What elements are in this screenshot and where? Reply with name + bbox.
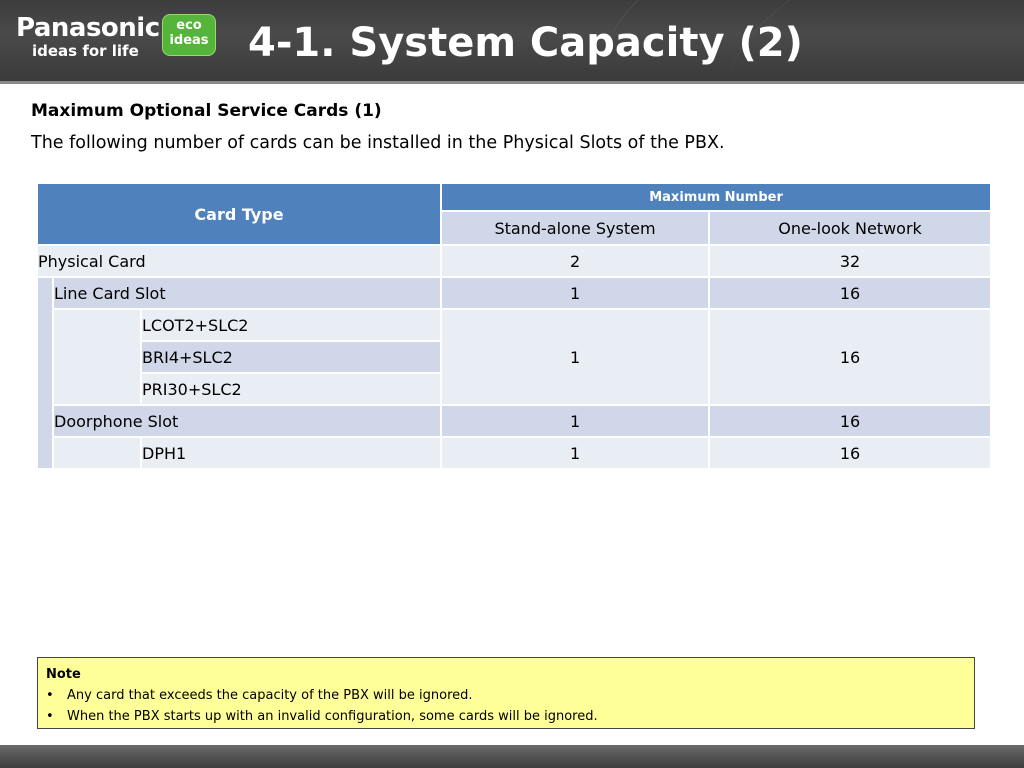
header-maximum-number: Maximum Number <box>440 182 993 212</box>
cell-standalone: 1 <box>440 404 711 438</box>
cell-standalone: 1 <box>440 308 711 406</box>
table-row: DPH1 1 16 <box>37 436 993 470</box>
cell-standalone: 1 <box>440 436 711 470</box>
header-divider <box>0 81 1024 84</box>
title-bar: Panasonic ideas for life eco ideas 4-1. … <box>0 0 1024 84</box>
cell-standalone: 2 <box>440 244 711 278</box>
eco-logo-line2: ideas <box>169 33 209 48</box>
section-description: The following number of cards can be ins… <box>31 133 725 153</box>
footer-bar <box>0 745 1024 768</box>
table-row: Doorphone Slot 1 16 <box>37 404 993 438</box>
row-label-pri30-slc2: PRI30+SLC2 <box>139 372 443 406</box>
table-row: Physical Card 2 32 <box>35 244 993 278</box>
row-label-lcot2-slc2: LCOT2+SLC2 <box>139 308 443 342</box>
indent-cell <box>52 436 142 470</box>
header-card-type: Card Type <box>35 182 443 246</box>
table-row: LCOT2+SLC2 1 16 <box>37 308 993 406</box>
row-label-line-card-slot: Line Card Slot <box>51 276 443 310</box>
cell-standalone: 1 <box>440 276 711 310</box>
panasonic-logo: Panasonic ideas for life <box>16 14 160 59</box>
cell-onelook: 32 <box>708 244 993 278</box>
note-item: • When the PBX starts up with an invalid… <box>46 706 966 727</box>
row-label-physical-card: Physical Card <box>35 244 443 278</box>
cell-onelook: 16 <box>708 436 993 470</box>
indent-cell <box>52 308 142 406</box>
row-label-bri4-slc2: BRI4+SLC2 <box>139 340 443 374</box>
note-item: • Any card that exceeds the capacity of … <box>46 685 966 706</box>
row-label-dph1: DPH1 <box>139 436 443 470</box>
bullet-icon: • <box>46 709 54 724</box>
brand-tagline: ideas for life <box>32 42 139 60</box>
table-header-row: Card Type Maximum Number <box>35 182 993 246</box>
bullet-icon: • <box>46 688 54 703</box>
eco-ideas-logo: eco ideas <box>162 14 216 56</box>
cell-onelook: 16 <box>708 276 993 310</box>
cell-onelook: 16 <box>708 404 993 438</box>
brand-name: Panasonic <box>16 13 160 43</box>
capacity-table: Card Type Maximum Number Stand-alone Sys… <box>35 182 993 470</box>
note-title: Note <box>46 667 81 682</box>
eco-logo-line1: eco <box>176 18 202 33</box>
section-subtitle: Maximum Optional Service Cards (1) <box>31 101 382 121</box>
row-label-doorphone-slot: Doorphone Slot <box>51 404 443 438</box>
table-row: Line Card Slot 1 16 <box>36 276 993 470</box>
note-box: Note • Any card that exceeds the capacit… <box>37 657 975 729</box>
indent-cell <box>36 276 54 470</box>
header-onelook: One-look Network <box>708 210 993 246</box>
cell-onelook: 16 <box>708 308 993 406</box>
note-item-text: When the PBX starts up with an invalid c… <box>67 709 598 724</box>
slide-title: 4-1. System Capacity (2) <box>248 20 803 66</box>
note-item-text: Any card that exceeds the capacity of th… <box>67 688 473 703</box>
header-standalone: Stand-alone System <box>440 210 711 246</box>
